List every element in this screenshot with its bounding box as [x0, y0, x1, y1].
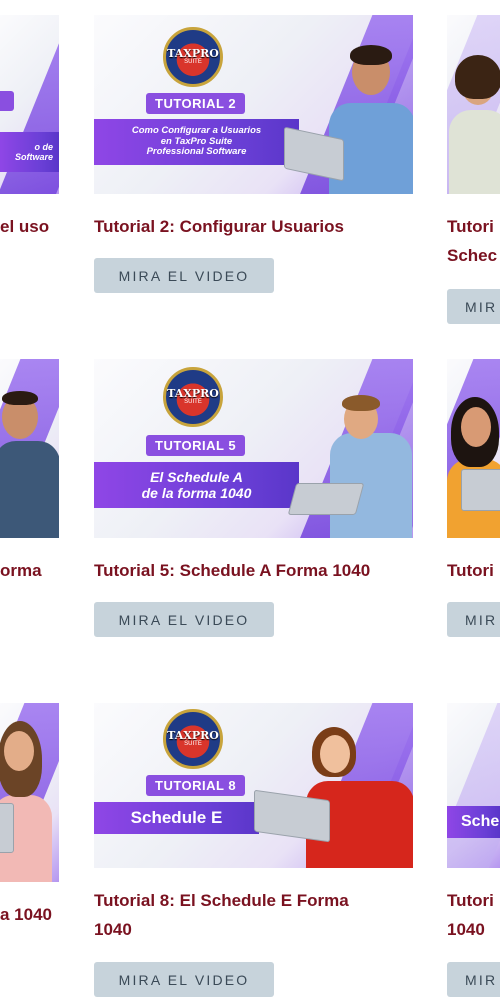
watch-video-button[interactable]: MIRA EL VIDEO — [94, 602, 274, 637]
watch-video-button[interactable]: MIRA EL VIDEO — [94, 258, 274, 293]
tutorial-badge: TUTORIAL 8 — [146, 775, 246, 796]
video-title[interactable]: Tutorial 5: Schedule A Forma 1040 — [94, 556, 370, 585]
video-title-line-1[interactable]: Tutori — [447, 212, 494, 241]
thumbnail-caption: Schedule E — [94, 802, 259, 834]
video-thumbnail[interactable] — [447, 359, 500, 538]
video-title[interactable]: Tutorial 2: Configurar Usuarios — [94, 212, 344, 241]
video-thumbnail[interactable]: TAXPRO SUITE TUTORIAL 5 El Schedule A de… — [94, 359, 413, 538]
video-thumbnail[interactable]: o de Software — [0, 15, 59, 194]
video-thumbnail[interactable]: TAXPRO SUITE TUTORIAL 8 Schedule E — [94, 703, 413, 868]
video-title-line-2[interactable]: 1040 — [94, 915, 132, 944]
thumbnail-caption: El Schedule A de la forma 1040 — [94, 462, 299, 508]
taxpro-logo: TAXPRO SUITE — [163, 367, 223, 427]
thumbnail-caption: Como Configurar a Usuarios en TaxPro Sui… — [94, 119, 299, 165]
watch-video-button[interactable]: MIRA EL VIDEO — [94, 962, 274, 997]
tutorial-badge — [0, 91, 14, 111]
watch-video-button[interactable]: MIR — [447, 289, 500, 324]
tutorial-badge: TUTORIAL 5 — [146, 435, 246, 456]
thumbnail-caption: o de Software — [0, 132, 59, 172]
video-thumbnail[interactable] — [0, 703, 59, 882]
watch-video-button[interactable]: MIR — [447, 962, 500, 997]
video-thumbnail[interactable]: Sche — [447, 703, 500, 868]
video-title[interactable]: el uso — [0, 212, 49, 241]
video-title-line-1[interactable]: Tutorial 8: El Schedule E Forma — [94, 886, 349, 915]
video-title[interactable]: a 1040 — [0, 900, 52, 929]
video-thumbnail[interactable]: TAXPRO SUITE TUTORIAL 2 Como Configurar … — [94, 15, 413, 194]
video-thumbnail[interactable] — [0, 359, 59, 538]
video-title-line-2[interactable]: 1040 — [447, 915, 485, 944]
watch-video-button[interactable]: MIR — [447, 602, 500, 637]
taxpro-logo: TAXPRO SUITE — [163, 27, 223, 87]
video-title-line-1[interactable]: Tutori — [447, 886, 494, 915]
tutorial-badge: TUTORIAL 2 — [146, 93, 246, 114]
video-title[interactable]: Tutori — [447, 556, 494, 585]
taxpro-logo: TAXPRO SUITE — [163, 709, 223, 769]
thumbnail-caption: Sche — [447, 806, 500, 838]
video-title[interactable]: orma — [0, 556, 42, 585]
video-title-line-2[interactable]: Schec — [447, 241, 497, 270]
video-thumbnail[interactable] — [447, 15, 500, 194]
